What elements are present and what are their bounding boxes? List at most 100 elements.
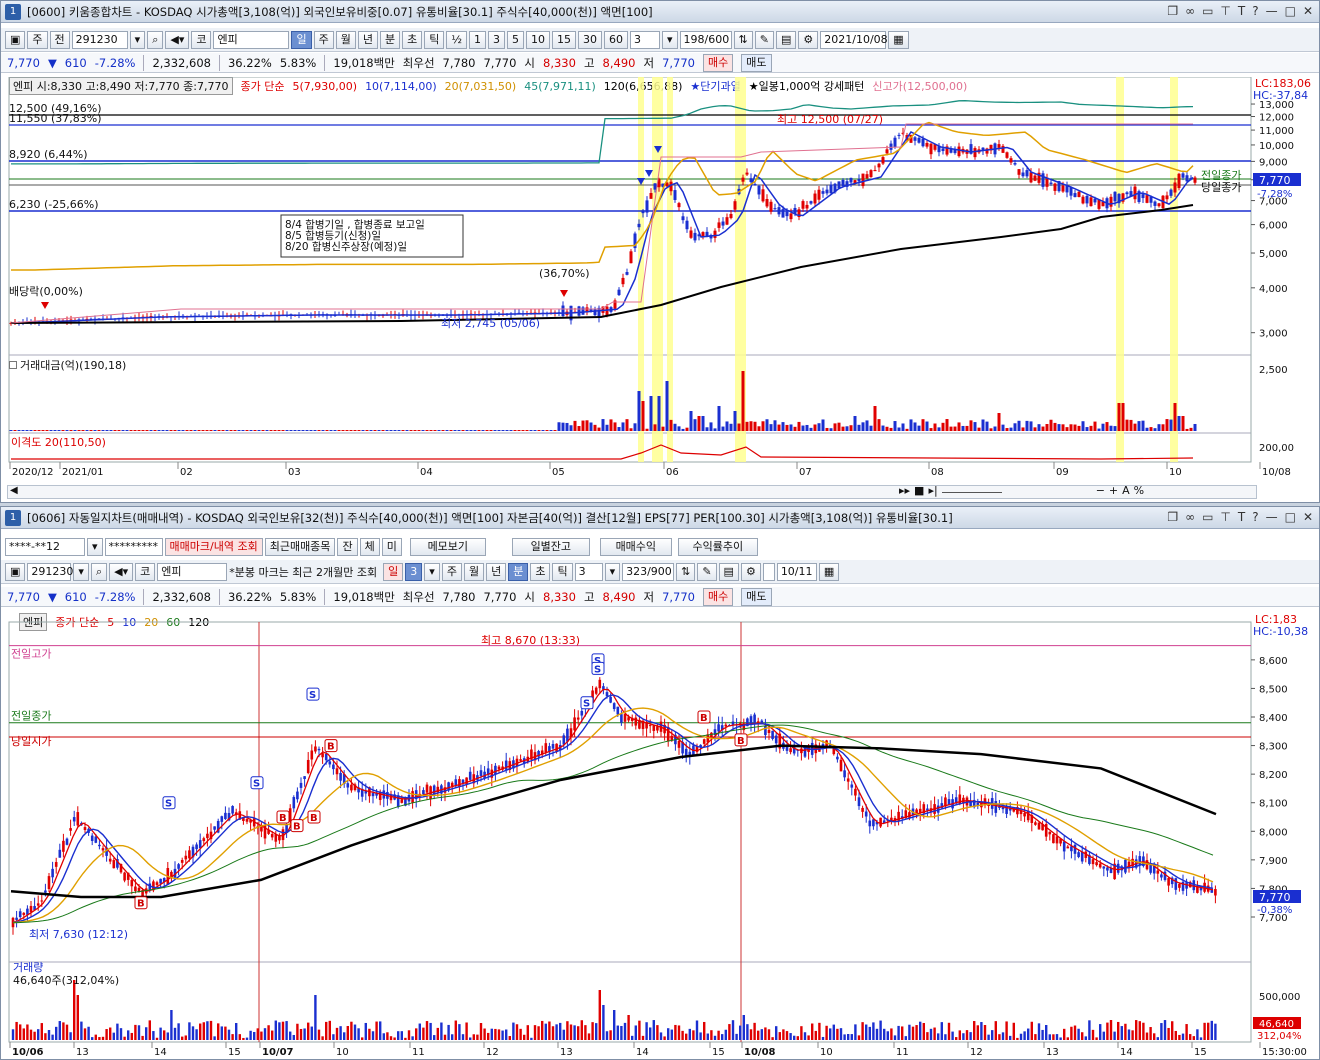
close-button[interactable]: ✕: [1303, 510, 1313, 524]
tab-month[interactable]: 월: [463, 562, 485, 581]
data-count-input[interactable]: 198/600: [679, 30, 732, 49]
memo-button[interactable]: 메모보기: [409, 538, 486, 556]
zoom-in-icon[interactable]: +: [1109, 484, 1118, 497]
daily-balance-button[interactable]: 일별잔고: [511, 538, 590, 556]
maximize-button[interactable]: □: [1285, 510, 1296, 524]
market-badge[interactable]: 코: [191, 30, 212, 49]
gear-icon[interactable]: ⚙: [798, 30, 819, 49]
gear-icon[interactable]: ⚙: [740, 562, 761, 581]
tab-day[interactable]: 일: [383, 562, 404, 581]
tab-week[interactable]: 주: [441, 562, 462, 581]
date-input[interactable]: 10/11: [776, 562, 817, 581]
order-icon[interactable]: ⇅: [676, 562, 696, 581]
pin-icon[interactable]: ⊤: [1220, 4, 1230, 18]
chart-settings-button[interactable]: ▣: [5, 562, 26, 581]
buy-button[interactable]: 매수: [703, 53, 734, 72]
window-titlebar[interactable]: 1 [0600] 키움종합차트 - KOSDAQ 시가총액[3,108(억)] …: [1, 1, 1319, 23]
draw-icon[interactable]: ✎: [697, 562, 717, 581]
maximize-button[interactable]: □: [1285, 4, 1296, 18]
order-icon[interactable]: ⇅: [733, 30, 753, 49]
trade-profit-button[interactable]: 매매수익: [599, 538, 672, 556]
tab-tick[interactable]: 틱: [424, 30, 445, 49]
font-icon[interactable]: T: [1238, 4, 1245, 18]
stock-name-input[interactable]: 엔피: [157, 562, 228, 581]
interval-half[interactable]: ½: [446, 30, 468, 49]
restore-icon[interactable]: ❐: [1167, 4, 1178, 18]
zoom-slider[interactable]: [941, 484, 1002, 493]
interval-60[interactable]: 60: [604, 30, 629, 49]
scale-icon[interactable]: %: [1134, 484, 1144, 497]
calendar-icon[interactable]: ▦: [818, 562, 840, 581]
code-dropdown-icon[interactable]: ▾: [129, 30, 146, 49]
play-forward-icon[interactable]: ▸▸: [899, 484, 910, 497]
volume-panel-checkbox[interactable]: [9, 361, 17, 369]
sell-button[interactable]: 매도: [741, 587, 772, 606]
password-input[interactable]: *********: [104, 538, 163, 556]
close-button[interactable]: ✕: [1303, 4, 1313, 18]
executed-tab[interactable]: 체: [359, 538, 380, 556]
interval-10[interactable]: 10: [526, 30, 551, 49]
speaker-icon[interactable]: ◀▾: [165, 30, 190, 49]
link-icon[interactable]: ∞: [1185, 510, 1195, 524]
date-input[interactable]: 2021/10/08: [820, 30, 888, 49]
buy-button[interactable]: 매수: [703, 587, 734, 606]
speaker-icon[interactable]: ◀▾: [109, 562, 134, 581]
interval-input[interactable]: 3: [630, 30, 661, 49]
help-icon[interactable]: ?: [1252, 4, 1258, 18]
calendar-icon[interactable]: ▦: [888, 30, 909, 49]
scroll-controls[interactable]: ▸▸ ■ ▸| − + A %: [899, 484, 1144, 497]
chart-settings-button[interactable]: ▣: [5, 30, 26, 49]
stop-icon[interactable]: ■: [914, 484, 924, 497]
period-dropdown[interactable]: 주: [27, 30, 48, 49]
interval-1[interactable]: 1: [469, 30, 487, 49]
font-icon[interactable]: T: [1238, 510, 1245, 524]
minimize-button[interactable]: —: [1266, 4, 1278, 18]
day-interval[interactable]: 3: [405, 562, 423, 581]
stock-code-input[interactable]: 291230: [71, 30, 128, 49]
account-input[interactable]: ****-**12: [5, 538, 85, 556]
interval-dropdown-icon[interactable]: ▾: [662, 30, 678, 49]
pending-tab[interactable]: 미: [381, 538, 402, 556]
sell-button[interactable]: 매도: [741, 53, 772, 72]
draw-icon[interactable]: ✎: [754, 30, 774, 49]
save-icon[interactable]: ▤: [775, 30, 797, 49]
interval-3[interactable]: 3: [488, 30, 506, 49]
tab-tick[interactable]: 틱: [552, 562, 573, 581]
tab-second[interactable]: 초: [530, 562, 551, 581]
save-icon[interactable]: ▤: [718, 562, 739, 581]
help-icon[interactable]: ?: [1252, 510, 1258, 524]
tab-year[interactable]: 년: [486, 562, 507, 581]
link-icon[interactable]: ∞: [1185, 4, 1195, 18]
tab-minute[interactable]: 분: [508, 562, 529, 581]
tab-year[interactable]: 년: [357, 30, 378, 49]
search-icon[interactable]: ⌕: [147, 30, 164, 49]
stock-name-input[interactable]: 엔피: [213, 30, 290, 49]
restore-icon[interactable]: ❐: [1167, 510, 1178, 524]
trade-mark-query-button[interactable]: 매매마크/내역 조회: [164, 538, 263, 556]
recent-stocks-button[interactable]: 최근매매종목: [264, 538, 336, 556]
return-trend-button[interactable]: 수익률추이: [677, 538, 758, 556]
interval-input[interactable]: 3: [574, 562, 603, 581]
interval-dropdown-icon[interactable]: ▾: [604, 562, 621, 581]
date-checkbox[interactable]: [762, 562, 775, 581]
minimize-button[interactable]: —: [1266, 510, 1278, 524]
code-dropdown-icon[interactable]: ▾: [73, 562, 89, 581]
pin-icon[interactable]: ⊤: [1220, 510, 1230, 524]
minimize-icon[interactable]: ▭: [1202, 510, 1213, 524]
search-icon[interactable]: ⌕: [90, 562, 108, 581]
minute-price-chart[interactable]: SSSBBBBBSSSBB 8,6008,5008,4008,3008,2008…: [1, 612, 1319, 1057]
tab-second[interactable]: 초: [402, 30, 423, 49]
data-count-input[interactable]: 323/900: [622, 562, 675, 581]
day-interval-dropdown-icon[interactable]: ▾: [424, 562, 440, 581]
play-end-icon[interactable]: ▸|: [928, 484, 937, 497]
tab-week[interactable]: 주: [313, 30, 334, 49]
account-dropdown-icon[interactable]: ▾: [87, 538, 103, 556]
market-badge[interactable]: 코: [135, 562, 156, 581]
stock-code-input[interactable]: 291230: [27, 562, 73, 581]
tab-month[interactable]: 월: [335, 30, 356, 49]
interval-5[interactable]: 5: [507, 30, 525, 49]
font-size-icon[interactable]: A: [1122, 484, 1130, 497]
tab-day[interactable]: 일: [291, 30, 312, 49]
tab-minute[interactable]: 분: [379, 30, 401, 49]
daily-price-chart[interactable]: 12,500 (49,16%)11,550 (37,83%)8,920 (6,4…: [1, 77, 1319, 487]
